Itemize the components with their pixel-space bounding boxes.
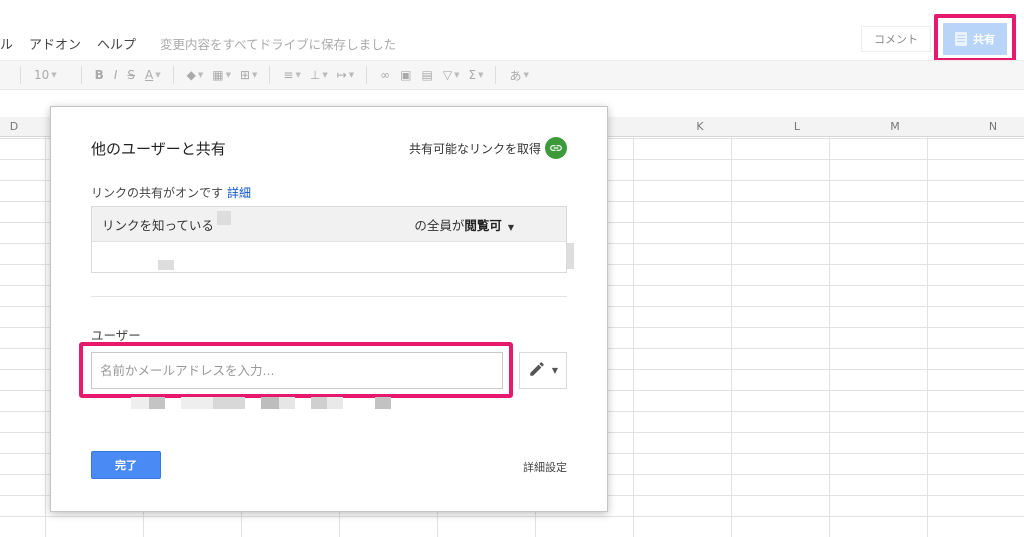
bold-button[interactable]: B (95, 68, 104, 82)
pencil-icon (528, 360, 546, 382)
link-access-row: リンクを知っている の全員が閲覧可 ▼ (92, 207, 566, 242)
text-wrap-icon[interactable]: ↦ (337, 68, 347, 82)
shareable-link-box: リンクを知っている の全員が閲覧可 ▼ (91, 206, 574, 273)
done-button[interactable]: 完了 (91, 451, 161, 479)
chevron-down-icon: ▼ (155, 71, 161, 79)
get-shareable-link[interactable]: 共有可能なリンクを取得 (409, 137, 567, 159)
link-access-left: リンクを知っている (102, 217, 214, 233)
details-link[interactable]: 詳細 (227, 186, 251, 200)
name-or-email-input[interactable] (91, 352, 503, 389)
column-header[interactable]: N (983, 120, 1003, 133)
chevron-down-icon: ▼ (197, 71, 204, 79)
chevron-down-icon: ▼ (295, 71, 301, 79)
italic-button[interactable]: I (114, 68, 118, 82)
permission-dropdown[interactable]: ▼ (519, 352, 567, 389)
advanced-settings-link[interactable]: 詳細設定 (523, 459, 567, 475)
fill-color-icon[interactable]: ◆ (187, 68, 196, 82)
column-header[interactable]: L (787, 120, 807, 133)
chevron-down-icon: ▼ (454, 71, 460, 79)
link-access-prefix: の全員が (414, 217, 465, 233)
comment-button[interactable]: コメント (861, 26, 931, 52)
insert-link-icon[interactable]: ∞ (380, 68, 390, 82)
strikethrough-button[interactable]: S (127, 68, 135, 82)
filter-icon[interactable]: ▽ (443, 68, 452, 82)
link-access-level: 閲覧可 (464, 217, 502, 233)
link-box-scrollbar[interactable] (567, 243, 574, 269)
users-label: ユーザー (91, 328, 141, 343)
chevron-down-icon: ▼ (225, 71, 231, 79)
menu-bar: ル アドオン ヘルプ 変更内容をすべてドライブに保存しました (0, 28, 860, 58)
save-status: 変更内容をすべてドライブに保存しました (160, 36, 397, 52)
menu-item-tools[interactable]: ル (0, 34, 13, 53)
dialog-title: 他のユーザーと共有 (91, 140, 226, 158)
redacted-block (217, 211, 231, 225)
column-header[interactable]: K (690, 120, 710, 133)
chevron-down-icon: ▼ (252, 71, 258, 79)
insert-chart-icon[interactable]: ▤ (422, 68, 433, 82)
borders-icon[interactable]: ▦ (212, 68, 223, 82)
merge-cells-icon[interactable]: ⊞ (240, 68, 250, 82)
section-divider (91, 296, 567, 297)
menu-item-addons[interactable]: アドオン (29, 34, 81, 53)
vertical-align-icon[interactable]: ⊥ (310, 68, 320, 82)
chevron-down-icon: ▼ (478, 71, 484, 79)
share-highlight-box (934, 14, 1016, 62)
redacted-collaborators (131, 397, 401, 409)
share-dialog: 他のユーザーと共有 共有可能なリンクを取得 リンクの共有がオンです 詳細 リンクを… (50, 106, 608, 512)
redacted-block (158, 260, 174, 270)
functions-button[interactable]: Σ (468, 68, 476, 82)
caret-down-icon: ▼ (551, 366, 559, 375)
get-link-label: 共有可能なリンクを取得 (408, 141, 541, 156)
text-color-button[interactable]: A (145, 68, 153, 82)
link-permission-dropdown[interactable]: の全員が閲覧可 ▼ (414, 215, 514, 234)
insert-comment-icon[interactable]: ▣ (400, 68, 411, 82)
menu-item-help[interactable]: ヘルプ (97, 34, 136, 53)
chevron-down-icon: ▼ (51, 71, 57, 79)
chevron-down-icon: ▼ (322, 71, 328, 79)
column-header[interactable]: M (885, 120, 905, 133)
link-sharing-status: リンクの共有がオンです 詳細 (91, 184, 251, 201)
input-tools-button[interactable]: あ (509, 67, 521, 84)
format-toolbar: 10 ▼ B I S A ▼ ◆ ▼ ▦ ▼ ⊞ ▼ ≡ ▼ ⊥ ▼ ↦ ▼ ∞… (0, 60, 1024, 90)
caret-down-icon: ▼ (507, 222, 514, 232)
link-status-text: リンクの共有がオンです (91, 186, 224, 200)
font-size-select[interactable]: 10 (34, 68, 49, 82)
horizontal-align-icon[interactable]: ≡ (283, 68, 293, 82)
chevron-down-icon: ▼ (523, 71, 529, 79)
column-header[interactable]: D (4, 120, 24, 133)
link-icon[interactable] (545, 137, 567, 159)
chevron-down-icon: ▼ (348, 71, 355, 79)
